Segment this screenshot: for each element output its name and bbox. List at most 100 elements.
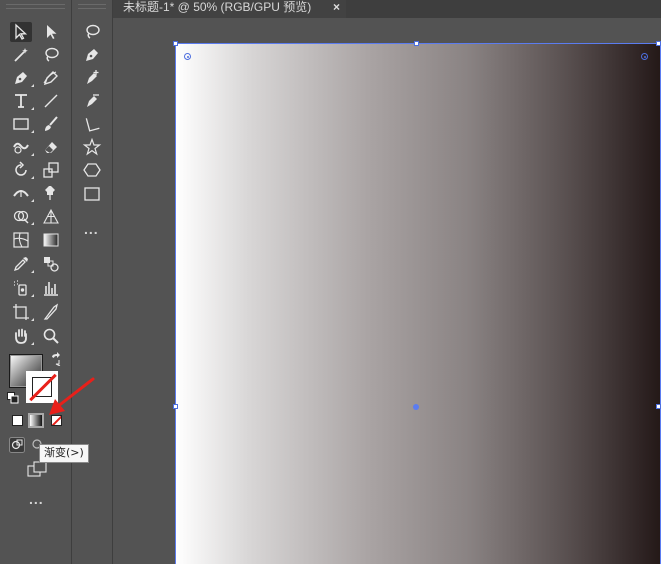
resize-handle-top-left[interactable] xyxy=(173,41,178,46)
artboard-tool[interactable] xyxy=(10,302,34,322)
zoom-tool[interactable] xyxy=(40,326,62,346)
mesh-tool[interactable] xyxy=(10,230,32,250)
mesh-icon xyxy=(13,232,29,248)
symbol-sprayer-tool[interactable] xyxy=(10,278,34,298)
paintbrush-icon xyxy=(45,116,58,131)
pen-nib-icon xyxy=(15,72,27,84)
flyout-indicator xyxy=(31,222,34,225)
resize-handle-top-center[interactable] xyxy=(414,41,419,46)
secondary-line-tool[interactable] xyxy=(81,114,103,134)
tools-panel: ... xyxy=(0,0,72,564)
flyout-indicator xyxy=(31,199,34,202)
shape-builder-icon xyxy=(13,210,29,224)
flyout-indicator xyxy=(31,107,34,110)
rotate-tool[interactable] xyxy=(10,160,34,180)
lasso-tool[interactable] xyxy=(40,45,62,65)
pen-tool[interactable] xyxy=(10,68,34,88)
line-segment-tool[interactable] xyxy=(40,91,62,111)
swap-fill-stroke-icon[interactable] xyxy=(49,352,63,366)
type-tool[interactable] xyxy=(10,91,34,111)
center-point xyxy=(413,404,419,410)
star-icon xyxy=(82,137,102,156)
gradient-mode-button[interactable] xyxy=(28,413,44,428)
selection-arrow-icon xyxy=(15,23,28,40)
flyout-indicator xyxy=(31,270,34,273)
gradient-tooltip: 渐变(>) xyxy=(39,444,89,463)
rotate-icon xyxy=(15,161,27,176)
magic-wand-tool[interactable] xyxy=(10,45,32,65)
document-tab[interactable]: 未标题-1* @ 50% (RGB/GPU 预览) × xyxy=(113,0,346,18)
curvature-tool[interactable] xyxy=(40,68,62,88)
type-t-icon xyxy=(15,94,27,108)
line-segment-icon xyxy=(44,94,58,108)
stroke-color-swatch[interactable] xyxy=(26,371,58,403)
selection-tool[interactable] xyxy=(10,22,32,42)
gradient-rectangle[interactable] xyxy=(176,44,661,564)
secondary-pen-tool[interactable] xyxy=(81,45,103,65)
slice-knife-icon xyxy=(43,303,59,320)
screen-mode-icon[interactable] xyxy=(27,461,49,477)
column-graph-tool[interactable] xyxy=(40,278,62,298)
none-mode-button[interactable] xyxy=(51,415,62,426)
panel-grip[interactable] xyxy=(78,4,106,9)
flyout-indicator xyxy=(31,176,34,179)
anchor-point-tool[interactable] xyxy=(81,91,103,111)
draw-normal-icon[interactable] xyxy=(9,437,25,453)
corner-widget-top-left[interactable] xyxy=(184,53,191,60)
curvature-pen-icon xyxy=(43,71,58,86)
pen-nib-icon xyxy=(86,49,98,61)
panel-grip[interactable] xyxy=(6,4,65,9)
resize-handle-top-right[interactable] xyxy=(656,41,661,46)
lasso-icon xyxy=(45,47,59,62)
flyout-indicator xyxy=(31,84,34,87)
eyedropper-icon xyxy=(13,257,28,272)
rectangle-icon xyxy=(13,118,29,130)
close-tab-icon[interactable]: × xyxy=(333,0,340,14)
gradient-icon xyxy=(43,233,59,247)
magic-wand-icon xyxy=(14,48,28,62)
hand-icon xyxy=(15,328,27,344)
pin-icon xyxy=(45,186,55,200)
slice-tool[interactable] xyxy=(40,302,62,322)
default-fill-stroke-icon[interactable] xyxy=(7,392,19,404)
perspective-grid-tool[interactable] xyxy=(40,206,62,226)
secondary-rectangle-tool[interactable] xyxy=(81,184,103,204)
shaper-tool[interactable] xyxy=(10,137,34,157)
secondary-more-button[interactable]: ... xyxy=(84,222,99,236)
anchor-point-icon xyxy=(87,94,99,107)
gradient-tool[interactable] xyxy=(40,230,62,250)
polygon-tool[interactable] xyxy=(81,160,103,180)
column-graph-icon xyxy=(44,282,58,296)
resize-handle-middle-right[interactable] xyxy=(656,404,661,409)
paintbrush-tool[interactable] xyxy=(40,114,62,134)
secondary-lasso-tool[interactable] xyxy=(81,22,103,42)
scale-icon xyxy=(43,162,59,178)
corner-widget-top-right[interactable] xyxy=(641,53,648,60)
add-anchor-icon xyxy=(87,70,99,84)
free-transform-tool[interactable] xyxy=(10,206,34,226)
flyout-indicator xyxy=(31,318,34,321)
artboard-icon xyxy=(13,304,29,320)
color-mode-button[interactable] xyxy=(12,415,23,426)
width-icon xyxy=(13,190,29,197)
zoom-magnifier-icon xyxy=(43,328,59,344)
resize-handle-middle-left[interactable] xyxy=(173,404,178,409)
blend-icon xyxy=(44,257,59,272)
eyedropper-tool[interactable] xyxy=(10,254,34,274)
puppet-warp-tool[interactable] xyxy=(40,183,62,203)
eraser-tool[interactable] xyxy=(40,137,62,157)
eraser-icon xyxy=(45,142,57,153)
hexagon-icon xyxy=(83,163,101,177)
rectangle-icon xyxy=(84,187,100,201)
direct-selection-tool[interactable] xyxy=(40,22,62,42)
scale-tool[interactable] xyxy=(40,160,62,180)
hand-tool[interactable] xyxy=(10,326,34,346)
perspective-grid-icon xyxy=(43,208,59,224)
flyout-indicator xyxy=(31,342,34,345)
add-anchor-point-tool[interactable] xyxy=(81,68,103,88)
star-tool[interactable] xyxy=(81,137,103,157)
edit-toolbar-button[interactable]: ... xyxy=(29,492,44,506)
blend-tool[interactable] xyxy=(40,254,62,274)
rectangle-tool[interactable] xyxy=(10,114,34,134)
width-tool[interactable] xyxy=(10,183,34,203)
